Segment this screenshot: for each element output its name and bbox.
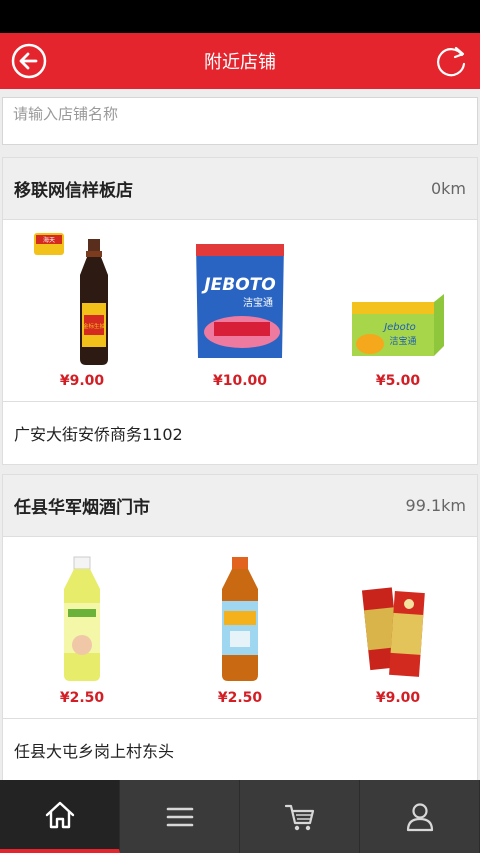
- store-search-box: [2, 97, 478, 145]
- store-address[interactable]: 广安大街安侨商务1102: [3, 402, 477, 464]
- store-search-input[interactable]: [3, 98, 477, 144]
- product-item[interactable]: ¥2.50: [161, 537, 319, 718]
- product-price: ¥9.00: [59, 373, 105, 389]
- tab-user[interactable]: [360, 780, 480, 853]
- product-price: ¥10.00: [212, 373, 268, 389]
- bottom-tab-bar: [0, 780, 480, 853]
- store-card: 任县华军烟酒门市 99.1km ¥2.50 ¥2.50 ¥9.00 任县大屯乡岗…: [2, 474, 478, 782]
- product-item[interactable]: ¥9.00: [319, 537, 477, 718]
- store-distance: 99.1km: [405, 496, 466, 515]
- store-name: 移联网信样板店: [14, 181, 133, 201]
- product-item[interactable]: ¥2.50: [3, 537, 161, 718]
- product-item[interactable]: Jeboto 洁宝通 ¥5.00: [319, 220, 477, 401]
- product-item[interactable]: 海天 金标生抽 ¥9.00: [3, 220, 161, 401]
- cart-icon: [284, 804, 314, 830]
- status-bar: [0, 0, 480, 33]
- store-header[interactable]: 移联网信样板店 0km: [3, 158, 477, 220]
- product-price: ¥2.50: [217, 690, 263, 706]
- label-text: 金标生抽: [83, 322, 106, 330]
- tab-cart[interactable]: [240, 780, 360, 853]
- store-name: 任县华军烟酒门市: [14, 498, 150, 518]
- brand-text: 海天: [43, 236, 55, 244]
- home-icon: [45, 801, 74, 828]
- store-distance: 0km: [430, 179, 466, 198]
- store-address[interactable]: 任县大屯乡岗上村东头: [3, 719, 477, 781]
- product-price: ¥9.00: [375, 690, 421, 706]
- product-row: 海天 金标生抽 ¥9.00 JEBOTO 洁宝通 ¥10.00 Jeboto 洁…: [3, 220, 477, 402]
- product-price: ¥5.00: [375, 373, 421, 389]
- back-arrow-icon[interactable]: [10, 42, 48, 80]
- label-text: 洁宝通: [389, 335, 416, 347]
- user-icon: [406, 802, 433, 831]
- refresh-icon[interactable]: [432, 42, 470, 80]
- brand-text: JEBOTO: [201, 275, 275, 295]
- iced-tea-bottle-image: [222, 557, 258, 681]
- header-bar: 附近店铺: [0, 33, 480, 89]
- product-price: ¥2.50: [59, 690, 105, 706]
- cigarette-packs-image: [361, 587, 425, 677]
- store-card: 移联网信样板店 0km 海天 金标生抽 ¥9.00 JEBOTO 洁宝通 ¥10…: [2, 157, 478, 465]
- product-item[interactable]: JEBOTO 洁宝通 ¥10.00: [161, 220, 319, 401]
- soap-box-image: Jeboto 洁宝通: [352, 294, 444, 356]
- label-text: 洁宝通: [243, 296, 273, 309]
- page-title: 附近店铺: [204, 52, 276, 73]
- product-row: ¥2.50 ¥2.50 ¥9.00: [3, 537, 477, 719]
- tab-home[interactable]: [0, 780, 120, 853]
- tab-list[interactable]: [120, 780, 240, 853]
- store-header[interactable]: 任县华军烟酒门市 99.1km: [3, 475, 477, 537]
- soy-sauce-bottle-image: 海天 金标生抽: [34, 233, 108, 365]
- brand-text: Jeboto: [382, 322, 416, 333]
- green-tea-bottle-image: [64, 556, 100, 681]
- list-icon: [166, 807, 193, 826]
- detergent-bag-image: JEBOTO 洁宝通: [196, 244, 284, 358]
